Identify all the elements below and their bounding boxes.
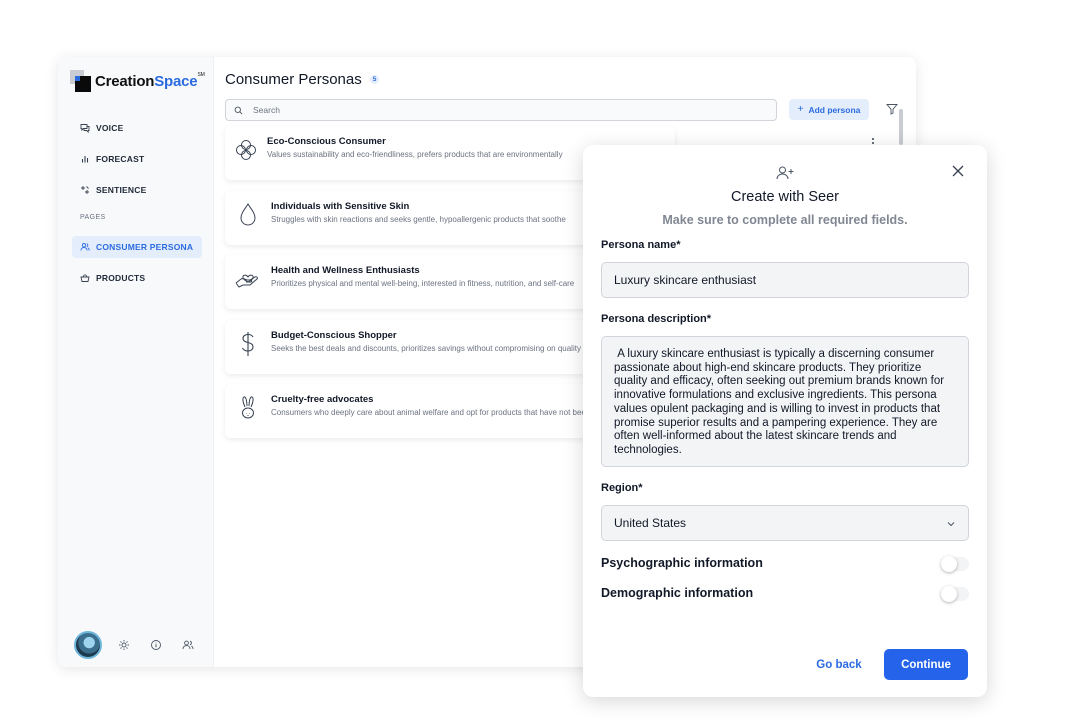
toggle-knob <box>941 556 957 572</box>
persona-name-label: Persona name* <box>601 239 681 251</box>
persona-name: Eco-Conscious Consumer <box>267 136 386 147</box>
close-icon[interactable] <box>951 164 965 178</box>
sidebar-item-label: CONSUMER PERSONA <box>96 242 194 252</box>
users-icon <box>80 242 90 252</box>
sidebar-item-label: FORECAST <box>96 154 145 164</box>
sidebar-item-voice[interactable]: VOICE <box>72 117 202 139</box>
flower-icon <box>233 137 259 163</box>
stage: CreationSpaceSM VOICE FORECAST SENTIENCE <box>0 0 1080 722</box>
sidebar-item-label: VOICE <box>96 123 124 133</box>
sidebar-item-products[interactable]: PRODUCTS <box>72 267 202 289</box>
dollar-icon <box>235 331 261 357</box>
filter-icon[interactable] <box>886 103 898 115</box>
region-value: United States <box>614 516 687 530</box>
region-label: Region* <box>601 482 643 494</box>
modal-subtitle: Make sure to complete all required field… <box>662 213 908 227</box>
sidebar-item-label: PRODUCTS <box>96 273 146 283</box>
users-icon[interactable] <box>182 639 194 651</box>
sidebar-footer <box>74 631 214 659</box>
sidebar: CreationSpaceSM VOICE FORECAST SENTIENCE <box>58 57 214 667</box>
toggle-knob <box>941 586 957 602</box>
persona-name: Cruelty-free advocates <box>271 394 374 405</box>
persona-description-textarea[interactable]: A luxury skincare enthusiast is typicall… <box>601 336 969 467</box>
persona-name: Health and Wellness Enthusiasts <box>271 265 420 276</box>
region-select[interactable]: United States <box>601 505 969 541</box>
demographic-toggle[interactable] <box>941 586 969 602</box>
bunny-icon <box>235 395 261 421</box>
sidebar-item-forecast[interactable]: FORECAST <box>72 148 202 170</box>
sidebar-item-sentience[interactable]: SENTIENCE <box>72 179 202 201</box>
psychographic-toggle[interactable] <box>941 556 969 572</box>
add-persona-button[interactable]: + Add persona <box>789 99 869 120</box>
sidebar-item-label: SENTIENCE <box>96 185 147 195</box>
continue-button[interactable]: Continue <box>884 649 968 680</box>
search-icon <box>234 106 243 114</box>
persona-name: Budget-Conscious Shopper <box>271 330 397 341</box>
page-title: Consumer Personas 5 <box>225 71 380 88</box>
demographic-label: Demographic information <box>601 586 754 600</box>
heart-hand-icon <box>234 266 260 292</box>
sun-icon[interactable] <box>118 639 130 651</box>
create-persona-modal: Create with Seer Make sure to complete a… <box>583 145 987 697</box>
logo-mark-icon <box>70 70 92 92</box>
plus-icon: + <box>797 104 804 115</box>
count-badge: 5 <box>369 75 380 84</box>
logo[interactable]: CreationSpaceSM <box>70 68 205 94</box>
avatar[interactable] <box>74 631 102 659</box>
logo-text: CreationSpaceSM <box>95 71 205 90</box>
add-persona-label: Add persona <box>808 104 861 115</box>
psychographic-label: Psychographic information <box>601 556 763 570</box>
chevron-down-icon <box>947 522 955 527</box>
go-back-button[interactable]: Go back <box>805 650 873 680</box>
info-icon[interactable] <box>150 639 162 651</box>
search-input[interactable] <box>253 105 753 115</box>
persona-name-input[interactable]: Luxury skincare enthusiast <box>601 262 969 298</box>
search-bar[interactable] <box>225 99 777 121</box>
sidebar-item-consumer-persona[interactable]: CONSUMER PERSONA <box>72 236 202 258</box>
droplet-icon <box>235 202 261 228</box>
bar-chart-icon <box>80 154 90 164</box>
pages-section-label: PAGES <box>80 214 106 221</box>
sparkle-icon <box>80 185 90 195</box>
add-user-icon <box>776 166 794 180</box>
chat-icon <box>80 123 90 133</box>
persona-description-label: Persona description* <box>601 313 712 325</box>
modal-title: Create with Seer <box>731 189 839 205</box>
basket-icon <box>80 273 90 283</box>
scrollbar[interactable] <box>899 109 903 145</box>
persona-name: Individuals with Sensitive Skin <box>271 201 410 212</box>
